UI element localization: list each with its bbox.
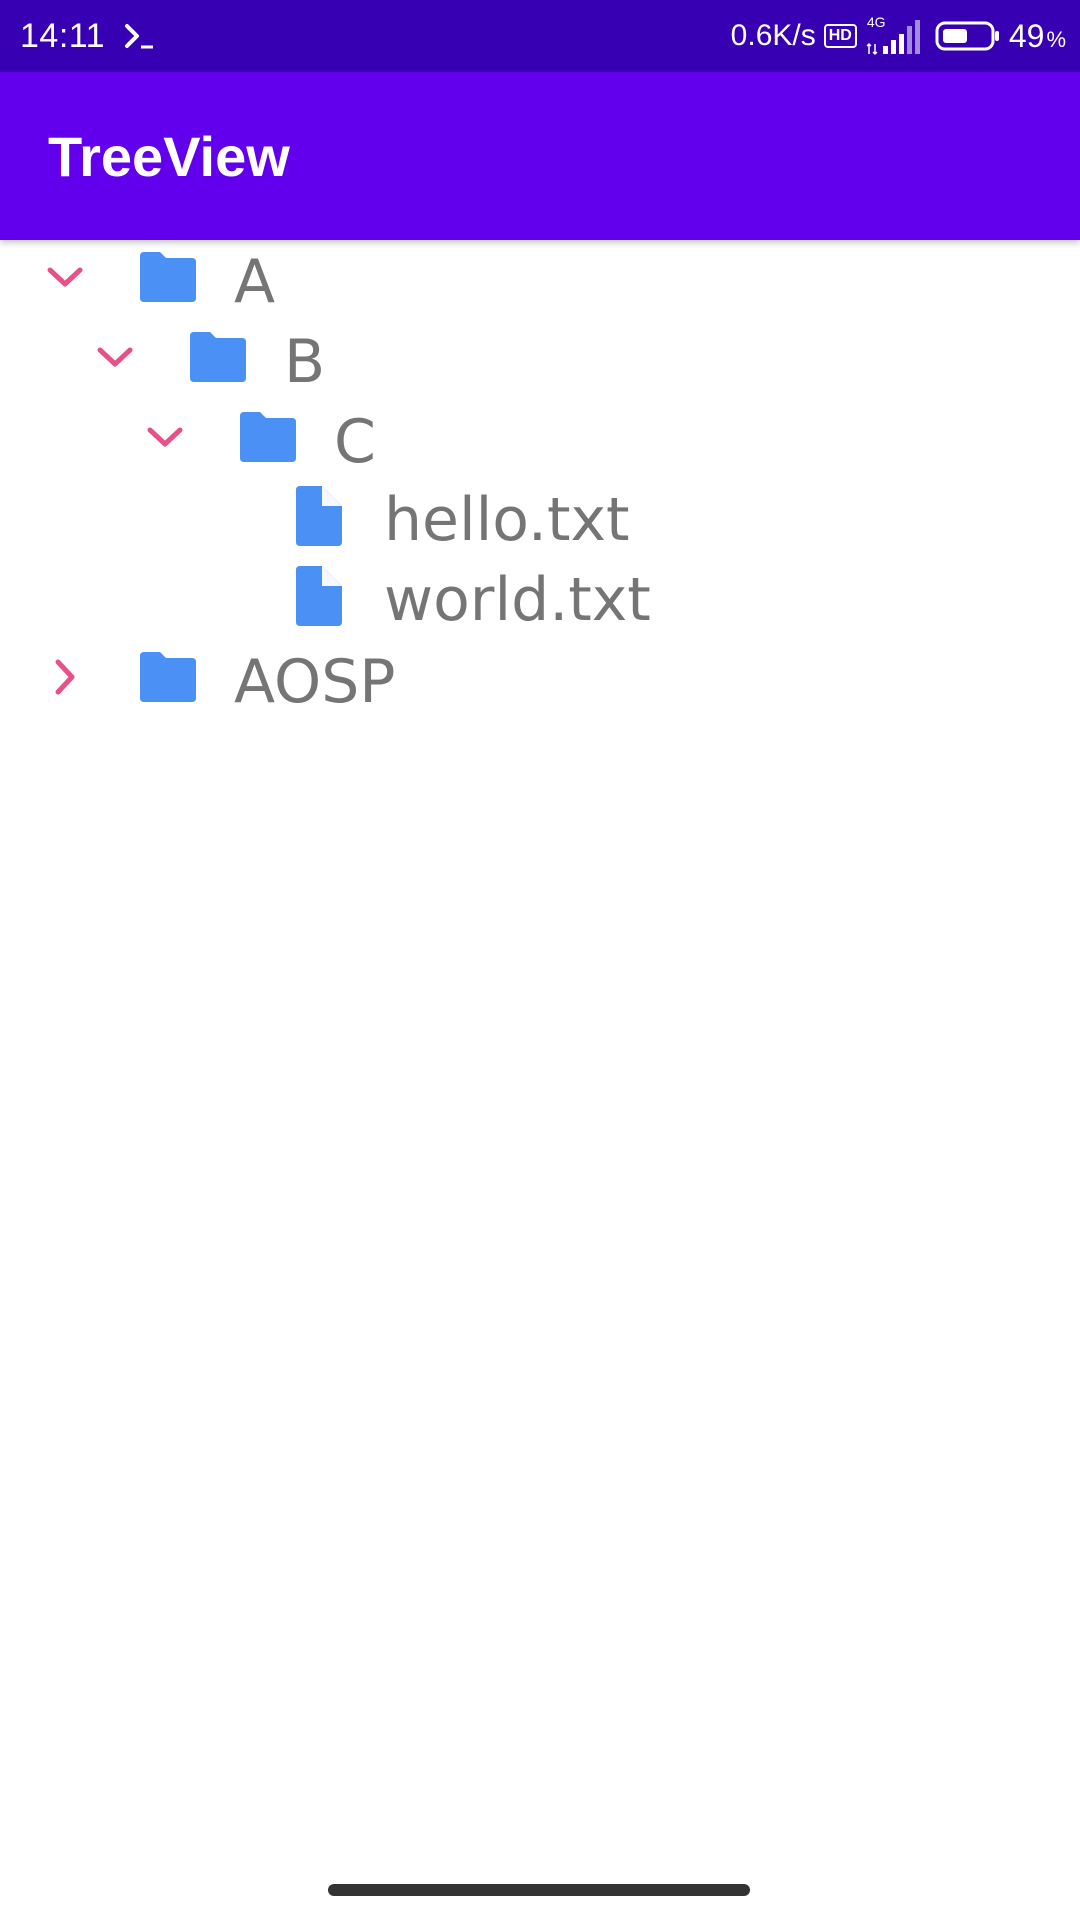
battery-percent-value: 49 — [1008, 17, 1045, 54]
file-icon — [286, 484, 350, 548]
tree-node-label: hello.txt — [384, 485, 630, 555]
battery-icon — [935, 20, 1001, 52]
terminal-icon — [123, 20, 155, 52]
status-bar: 14:11 0.6K/s HD 4G 49% — [0, 0, 1080, 72]
tree-node-label: A — [234, 247, 276, 317]
tree-view: A B Chello.txt world.txt AOSP — [0, 240, 1080, 720]
status-time: 14:11 — [20, 16, 106, 55]
tree-node-label: world.txt — [384, 565, 651, 635]
folder-icon — [186, 326, 250, 390]
folder-icon — [136, 646, 200, 710]
folder-icon — [136, 246, 200, 310]
status-left: 14:11 — [20, 0, 155, 72]
tree-file-row[interactable]: hello.txt — [0, 480, 1080, 560]
tree-node-label: AOSP — [234, 647, 396, 717]
tree-folder-row[interactable]: C — [0, 400, 1080, 480]
battery-percent: 49% — [1009, 18, 1066, 55]
screen: 14:11 0.6K/s HD 4G 49% TreeView A B C he… — [0, 0, 1080, 1920]
battery-percent-sign: % — [1046, 26, 1066, 52]
app-bar: TreeView — [0, 72, 1080, 240]
chevron-down-icon[interactable] — [90, 332, 140, 382]
chevron-down-icon[interactable] — [40, 252, 90, 302]
tree-folder-row[interactable]: AOSP — [0, 640, 1080, 720]
signal-icon: 4G — [865, 14, 927, 56]
tree-node-label: B — [284, 327, 326, 397]
tree-folder-row[interactable]: A — [0, 240, 1080, 320]
app-title: TreeView — [48, 124, 290, 188]
folder-icon — [236, 406, 300, 470]
chevron-down-icon[interactable] — [140, 412, 190, 462]
status-right: 0.6K/s HD 4G 49% — [731, 0, 1066, 72]
tree-folder-row[interactable]: B — [0, 320, 1080, 400]
hd-icon: HD — [823, 24, 857, 48]
net-speed: 0.6K/s — [730, 19, 816, 52]
tree-file-row[interactable]: world.txt — [0, 560, 1080, 640]
tree-node-label: C — [334, 407, 376, 477]
home-indicator[interactable] — [328, 1884, 750, 1896]
file-icon — [286, 564, 350, 628]
chevron-right-icon[interactable] — [40, 652, 90, 702]
